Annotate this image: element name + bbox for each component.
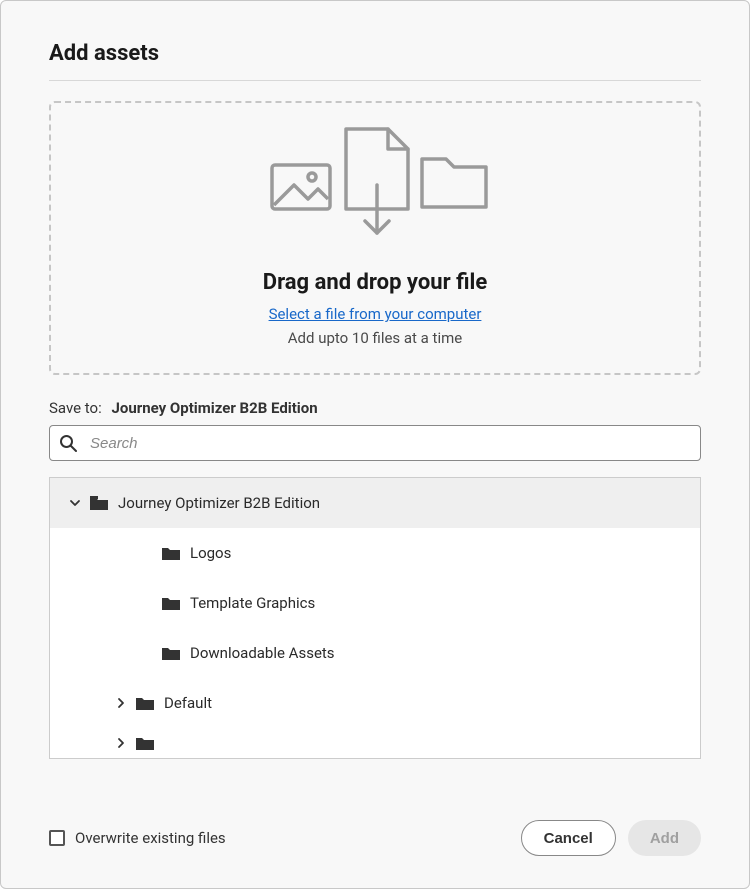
folder-icon <box>162 596 180 610</box>
select-file-link[interactable]: Select a file from your computer <box>269 305 482 323</box>
tree-node-label: Default <box>164 694 212 712</box>
folder-icon <box>162 546 180 560</box>
tree-node-child[interactable]: Logos <box>50 528 700 578</box>
tree-node-label: Template Graphics <box>190 594 315 612</box>
tree-node-label: Downloadable Assets <box>190 644 335 662</box>
tree-node-label: Journey Optimizer B2B Edition <box>118 494 320 512</box>
dropzone-illustration <box>260 123 490 242</box>
folder-tree: Journey Optimizer B2B Edition Logos Temp… <box>49 477 701 759</box>
dialog-title: Add assets <box>49 41 701 66</box>
overwrite-checkbox-wrap[interactable]: Overwrite existing files <box>49 829 226 847</box>
tree-node-label: Logos <box>190 544 231 562</box>
search-icon <box>59 434 77 452</box>
save-to-value: Journey Optimizer B2B Edition <box>111 399 317 417</box>
save-to-row: Save to: Journey Optimizer B2B Edition <box>49 399 701 417</box>
tree-node-sibling[interactable]: Default <box>50 678 700 728</box>
folder-open-icon <box>90 496 108 510</box>
file-dropzone[interactable]: Drag and drop your file Select a file fr… <box>49 101 701 375</box>
title-divider <box>49 80 701 81</box>
footer-buttons: Cancel Add <box>521 820 701 856</box>
search-wrap <box>49 425 701 461</box>
tree-node-child[interactable]: Template Graphics <box>50 578 700 628</box>
tree-node-root[interactable]: Journey Optimizer B2B Edition <box>50 478 700 528</box>
folder-icon <box>136 736 154 750</box>
add-assets-dialog: Add assets <box>0 0 750 889</box>
dialog-footer: Overwrite existing files Cancel Add <box>49 820 701 856</box>
folder-icon <box>162 646 180 660</box>
tree-node-child[interactable]: Downloadable Assets <box>50 628 700 678</box>
save-to-label: Save to: <box>49 399 102 417</box>
chevron-right-icon[interactable] <box>114 696 128 710</box>
cancel-button[interactable]: Cancel <box>521 820 616 856</box>
dropzone-heading: Drag and drop your file <box>263 270 487 295</box>
search-input[interactable] <box>49 425 701 461</box>
checkbox-icon[interactable] <box>49 830 65 846</box>
tree-node-partial[interactable] <box>50 728 700 758</box>
overwrite-label: Overwrite existing files <box>75 829 226 847</box>
chevron-right-icon[interactable] <box>114 736 128 750</box>
dropzone-hint: Add upto 10 files at a time <box>288 329 462 347</box>
add-button[interactable]: Add <box>628 820 701 856</box>
folder-icon <box>136 696 154 710</box>
chevron-down-icon[interactable] <box>68 496 82 510</box>
